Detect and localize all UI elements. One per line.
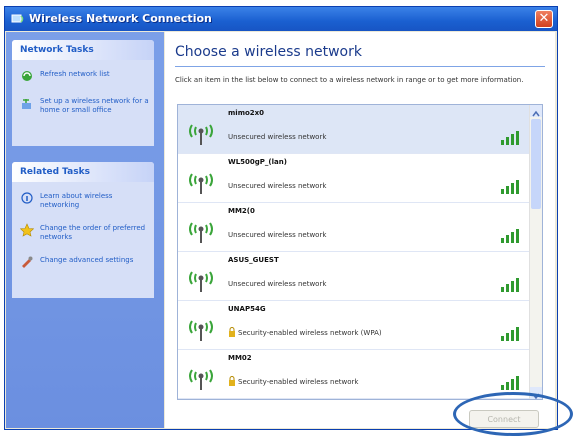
signal-strength-icon bbox=[501, 180, 519, 194]
lock-icon bbox=[229, 327, 235, 337]
related-tasks-panel: Related Tasks Learn about wireless netwo… bbox=[12, 162, 154, 298]
refresh-icon bbox=[22, 71, 32, 81]
task-label: Learn about wireless networking bbox=[40, 192, 113, 209]
signal-strength-icon bbox=[501, 278, 519, 292]
network-tasks-panel: Network Tasks Refresh network list Set u… bbox=[12, 40, 154, 146]
signal-strength-icon bbox=[501, 229, 519, 243]
lock-icon bbox=[229, 376, 235, 386]
network-row[interactable]: MM02 Security-enabled wireless network bbox=[178, 350, 542, 399]
wireless-antenna-icon bbox=[189, 369, 213, 390]
network-security: Security-enabled wireless network bbox=[238, 378, 359, 386]
network-ssid: mimo2x0 bbox=[228, 109, 265, 117]
wireless-antenna-icon bbox=[189, 222, 213, 243]
info-icon bbox=[21, 192, 33, 204]
network-row[interactable]: MM2(0 Unsecured wireless network bbox=[178, 203, 542, 252]
task-label: Refresh network list bbox=[40, 70, 110, 78]
task-label: Change the order of preferred networks bbox=[40, 224, 146, 241]
main-content: Choose a wireless network Click an item … bbox=[165, 32, 555, 428]
network-ssid: UNAP54G bbox=[228, 305, 266, 313]
connect-highlight-annotation bbox=[453, 392, 573, 436]
network-security: Unsecured wireless network bbox=[228, 182, 327, 190]
task-learn-wireless[interactable]: Learn about wireless networking bbox=[12, 182, 154, 214]
network-ssid: MM2(0 bbox=[228, 207, 255, 215]
network-tasks-heading: Network Tasks bbox=[12, 40, 154, 60]
network-security: Unsecured wireless network bbox=[228, 133, 327, 141]
page-title: Choose a wireless network bbox=[175, 44, 362, 60]
window-title: Wireless Network Connection bbox=[29, 12, 212, 25]
signal-strength-icon bbox=[501, 131, 519, 145]
signal-strength-icon bbox=[501, 327, 519, 341]
network-row[interactable]: UNAP54G Security-enabled wireless networ… bbox=[178, 301, 542, 350]
wireless-antenna-icon bbox=[189, 124, 213, 145]
network-row[interactable]: WL500gP_(lan) Unsecured wireless network bbox=[178, 154, 542, 203]
close-icon: ✕ bbox=[538, 11, 550, 26]
task-setup-wireless-network[interactable]: Set up a wireless network for a home or … bbox=[12, 83, 154, 119]
network-row[interactable]: mimo2x0 Unsecured wireless network bbox=[178, 105, 542, 154]
star-icon bbox=[20, 223, 34, 237]
wireless-antenna-icon bbox=[189, 173, 213, 194]
network-security: Security-enabled wireless network (WPA) bbox=[238, 329, 382, 337]
network-list[interactable]: mimo2x0 Unsecured wireless network WL500… bbox=[177, 104, 543, 400]
network-ssid: ASUS_GUEST bbox=[228, 256, 279, 264]
scroll-thumb[interactable] bbox=[531, 119, 541, 209]
task-label: Set up a wireless network for a home or … bbox=[40, 97, 149, 114]
title-divider bbox=[175, 66, 545, 67]
wireless-antenna-icon bbox=[189, 320, 213, 341]
task-advanced-settings[interactable]: Change advanced settings bbox=[12, 246, 154, 269]
wireless-icon bbox=[11, 14, 24, 23]
signal-strength-icon bbox=[501, 376, 519, 390]
task-refresh-network-list[interactable]: Refresh network list bbox=[12, 60, 154, 83]
scroll-up-button[interactable] bbox=[530, 105, 542, 117]
task-change-order[interactable]: Change the order of preferred networks bbox=[12, 214, 154, 246]
sidebar: Network Tasks Refresh network list Set u… bbox=[6, 32, 164, 428]
title-bar[interactable]: Wireless Network Connection ✕ bbox=[5, 7, 557, 31]
network-security: Unsecured wireless network bbox=[228, 280, 327, 288]
network-ssid: MM02 bbox=[228, 354, 252, 362]
network-row[interactable]: ASUS_GUEST Unsecured wireless network bbox=[178, 252, 542, 301]
settings-icon bbox=[22, 256, 33, 268]
network-ssid: WL500gP_(lan) bbox=[228, 158, 287, 166]
related-tasks-heading: Related Tasks bbox=[12, 162, 154, 182]
list-scrollbar[interactable] bbox=[529, 105, 542, 399]
wireless-network-window: Wireless Network Connection ✕ Network Ta… bbox=[4, 6, 558, 430]
setup-network-icon bbox=[22, 99, 31, 109]
wireless-antenna-icon bbox=[189, 271, 213, 292]
close-button[interactable]: ✕ bbox=[535, 10, 553, 28]
network-security: Unsecured wireless network bbox=[228, 231, 327, 239]
task-label: Change advanced settings bbox=[40, 256, 134, 264]
instructions-text: Click an item in the list below to conne… bbox=[175, 76, 524, 84]
